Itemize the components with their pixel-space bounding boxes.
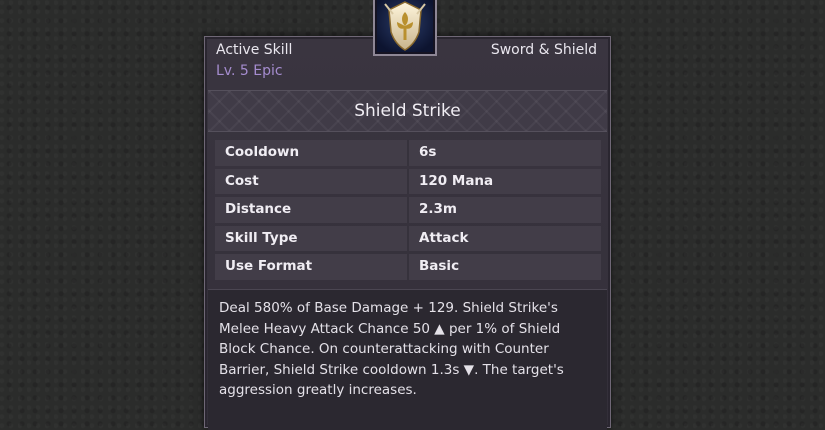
stat-value: 2.3m <box>407 197 601 223</box>
stat-row-cost: Cost 120 Mana <box>215 168 601 194</box>
stat-row-use-format: Use Format Basic <box>215 254 601 280</box>
stats-table: Cooldown 6s Cost 120 Mana Distance 2.3m … <box>215 140 601 283</box>
stat-label: Cooldown <box>225 144 300 160</box>
stat-value: Basic <box>407 254 601 280</box>
shield-emblem-icon <box>377 0 433 52</box>
skill-header-left: Active Skill Lv. 5 Epic <box>216 42 292 79</box>
skill-tooltip: Active Skill Lv. 5 Epic Sword & Shield S… <box>204 36 611 430</box>
skill-kind: Active Skill <box>216 42 293 58</box>
skill-title-band: Shield Strike <box>208 90 607 132</box>
stat-value: Attack <box>407 225 601 251</box>
weapon-type: Sword & Shield <box>490 42 597 58</box>
skill-description: Deal 580% of Base Damage + 129. Shield S… <box>219 300 564 398</box>
stat-label: Cost <box>225 172 259 189</box>
stat-label: Distance <box>225 201 292 217</box>
stat-value: 6s <box>407 140 601 166</box>
stat-label: Skill Type <box>225 229 298 246</box>
skill-icon-frame <box>373 0 437 56</box>
stat-value: 120 Mana <box>407 168 601 194</box>
skill-name: Shield Strike <box>354 101 461 121</box>
stat-row-cooldown: Cooldown 6s <box>215 140 601 166</box>
description-panel: Deal 580% of Base Damage + 129. Shield S… <box>208 289 607 430</box>
skill-rank: Lv. 5 Epic <box>216 63 283 79</box>
stat-row-distance: Distance 2.3m <box>215 197 601 223</box>
stat-label: Use Format <box>225 258 313 274</box>
stat-row-skill-type: Skill Type Attack <box>215 225 601 251</box>
